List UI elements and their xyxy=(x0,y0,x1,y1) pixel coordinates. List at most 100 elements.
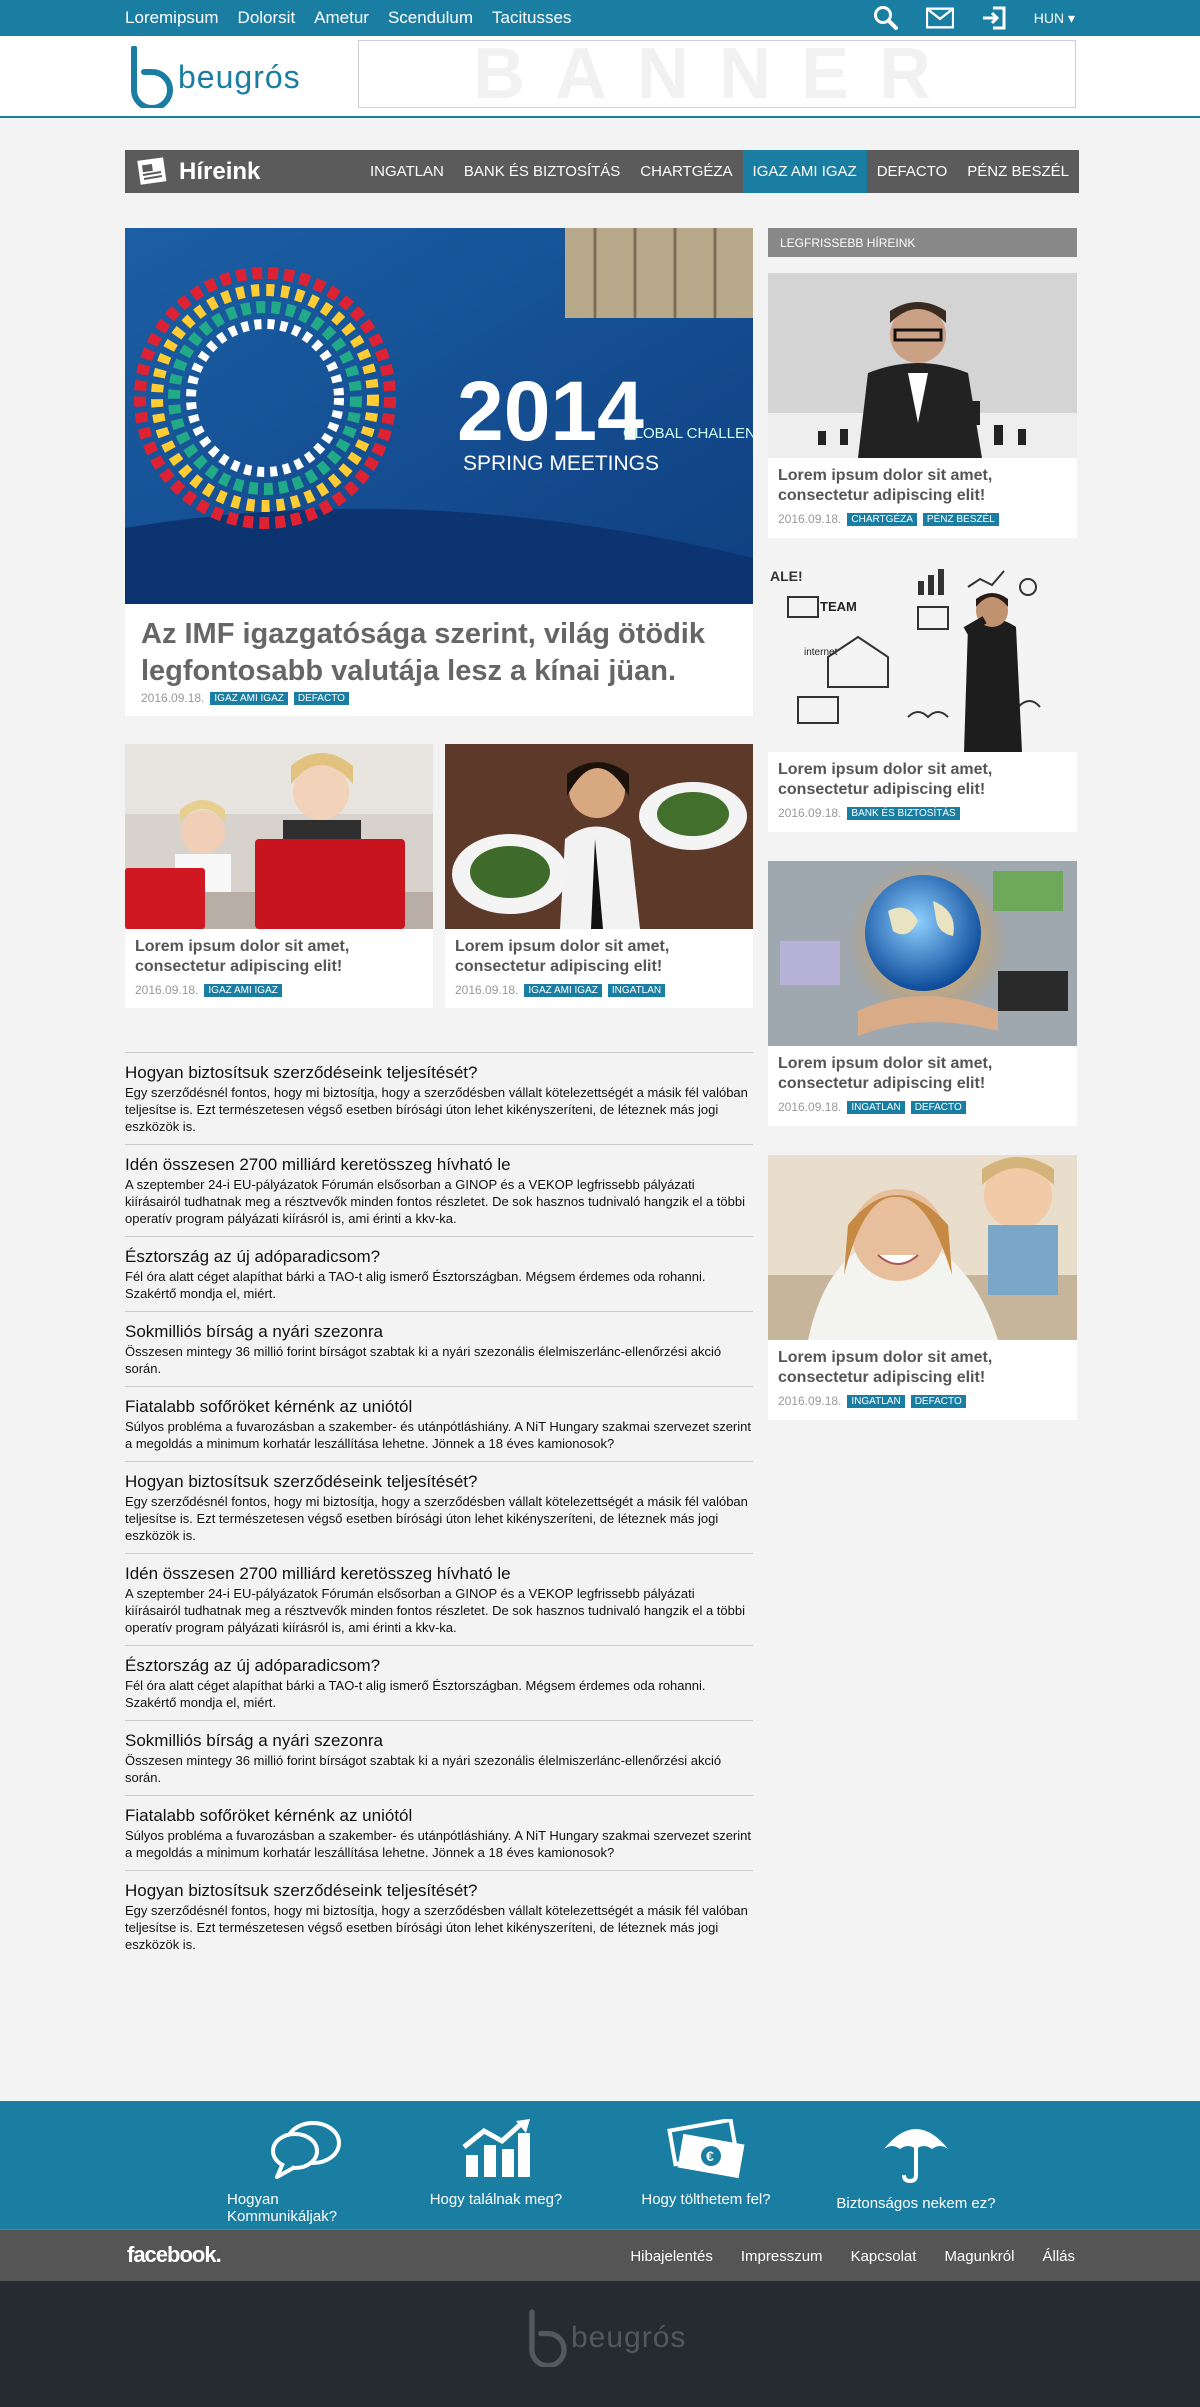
sidebar-article-title[interactable]: Lorem ipsum dolor sit amet, consectetur … xyxy=(778,1348,1068,1388)
article-tag[interactable]: DEFACTO xyxy=(293,691,349,705)
top-nav-link[interactable]: Scendulum xyxy=(388,8,473,28)
tab-defacto[interactable]: DEFACTO xyxy=(867,150,958,193)
site-logo[interactable]: beugrós xyxy=(124,46,301,108)
news-title[interactable]: Fiatalabb sofőröket kérnénk az uniótól xyxy=(125,1397,753,1417)
search-icon[interactable] xyxy=(872,4,900,32)
sidebar-article-title[interactable]: Lorem ipsum dolor sit amet, consectetur … xyxy=(778,1054,1068,1094)
article-tag[interactable]: BANK ÉS BIZTOSÍTÁS xyxy=(847,806,960,820)
article-tag[interactable]: DEFACTO xyxy=(910,1394,966,1408)
tab-ingatlan[interactable]: INGATLAN xyxy=(360,150,454,193)
news-item[interactable]: Hogyan biztosítsuk szerződéseink teljesí… xyxy=(125,1461,753,1553)
logo-b-icon xyxy=(131,46,173,108)
news-item[interactable]: Észtország az új adóparadicsom? Fél óra a… xyxy=(125,1645,753,1720)
news-item[interactable]: Idén összesen 2700 milliárd keretösszeg … xyxy=(125,1553,753,1645)
mail-icon[interactable] xyxy=(925,4,954,32)
footer-links-bar: facebook. Hibajelentés Impresszum Kapcso… xyxy=(0,2229,1200,2281)
article-tag[interactable]: INGATLAN xyxy=(607,983,666,997)
sidebar-card[interactable]: TEAM internet ALE! Lorem ipsum dolor sit… xyxy=(768,567,1077,832)
top-nav-link[interactable]: Dolorsit xyxy=(238,8,296,28)
tab-bank-es-biztositas[interactable]: BANK ÉS BIZTOSÍTÁS xyxy=(454,150,630,193)
hero-image-global: GLOBAL CHALLENGES xyxy=(623,425,753,442)
news-item[interactable]: Hogyan biztosítsuk szerződéseink teljesí… xyxy=(125,1870,753,1962)
news-item[interactable]: Sokmilliós bírság a nyári szezonra Összes… xyxy=(125,1311,753,1386)
news-excerpt: Egy szerződésnél fontos, hogy mi biztosí… xyxy=(125,1085,748,1134)
footer-link[interactable]: Magunkról xyxy=(944,2248,1014,2265)
top-nav-link[interactable]: Ametur xyxy=(314,8,369,28)
ad-banner[interactable]: BANNER xyxy=(358,34,1076,114)
feature-label: Hogy találnak meg? xyxy=(429,2191,563,2208)
top-nav-link[interactable]: Tacitusses xyxy=(492,8,571,28)
news-item[interactable]: Észtország az új adóparadicsom? Fél óra a… xyxy=(125,1236,753,1311)
news-title[interactable]: Hogyan biztosítsuk szerződéseink teljesí… xyxy=(125,1881,753,1901)
footer-logo-text: beugrós xyxy=(571,2321,687,2354)
tab-penz-beszel[interactable]: PÉNZ BESZÉL xyxy=(957,150,1079,193)
article-tag[interactable]: IGAZ AMI IGAZ xyxy=(210,691,288,705)
news-title[interactable]: Hogyan biztosítsuk szerződéseink teljesí… xyxy=(125,1063,753,1083)
sidebar-image xyxy=(768,861,1077,1046)
feature-label: Hogyan Kommunikáljak? xyxy=(227,2191,338,2225)
newspaper-icon xyxy=(137,156,167,185)
sidebar-card[interactable]: Lorem ipsum dolor sit amet, consectetur … xyxy=(768,861,1077,1126)
news-item[interactable]: Fiatalabb sofőröket kérnénk az uniótól Sú… xyxy=(125,1386,753,1461)
login-icon[interactable] xyxy=(980,4,1008,32)
top-nav: Loremipsum Dolorsit Ametur Scendulum Tac… xyxy=(125,0,571,36)
article-tag[interactable]: INGATLAN xyxy=(847,1394,905,1408)
news-title[interactable]: Idén összesen 2700 milliárd keretösszeg … xyxy=(125,1564,753,1584)
article-title[interactable]: Lorem ipsum dolor sit amet, consectetur … xyxy=(455,937,735,977)
news-title[interactable]: Sokmilliós bírság a nyári szezonra xyxy=(125,1322,753,1342)
article-card[interactable]: Lorem ipsum dolor sit amet, consectetur … xyxy=(125,744,433,1008)
news-title[interactable]: Idén összesen 2700 milliárd keretösszeg … xyxy=(125,1155,753,1175)
hero-title[interactable]: Az IMF igazgatósága szerint, világ ötödi… xyxy=(141,616,731,690)
article-card[interactable]: Lorem ipsum dolor sit amet, consectetur … xyxy=(445,744,753,1008)
hero-article[interactable]: 2014 SPRING MEETINGS GLOBAL CHALLENGES A… xyxy=(125,228,753,716)
article-title[interactable]: Lorem ipsum dolor sit amet, consectetur … xyxy=(135,937,415,977)
news-item[interactable]: Hogyan biztosítsuk szerződéseink teljesí… xyxy=(125,1052,753,1144)
news-item[interactable]: Sokmilliós bírság a nyári szezonra Összes… xyxy=(125,1720,753,1795)
section-title: Híreink xyxy=(135,156,261,187)
sidebar-article-title[interactable]: Lorem ipsum dolor sit amet, consectetur … xyxy=(778,760,1068,800)
top-nav-link[interactable]: Loremipsum xyxy=(125,8,219,28)
article-tag[interactable]: PÉNZ BESZÉL xyxy=(922,512,999,526)
article-tag[interactable]: DEFACTO xyxy=(910,1100,966,1114)
article-tag[interactable]: IGAZ AMI IGAZ xyxy=(524,983,602,997)
news-title[interactable]: Észtország az új adóparadicsom? xyxy=(125,1247,753,1267)
article-tag[interactable]: IGAZ AMI IGAZ xyxy=(204,983,282,997)
sidebar-article-title[interactable]: Lorem ipsum dolor sit amet, consectetur … xyxy=(778,466,1068,506)
footer-link[interactable]: Impresszum xyxy=(741,2248,823,2265)
language-selector[interactable]: HUN ▾ xyxy=(1034,10,1075,27)
news-title[interactable]: Hogyan biztosítsuk szerződéseink teljesí… xyxy=(125,1472,753,1492)
news-title[interactable]: Észtország az új adóparadicsom? xyxy=(125,1656,753,1676)
news-item[interactable]: Fiatalabb sofőröket kérnénk az uniótól Sú… xyxy=(125,1795,753,1870)
sidebar-heading: LEGFRISSEBB HÍREINK xyxy=(768,228,1077,257)
news-item[interactable]: Idén összesen 2700 milliárd keretösszeg … xyxy=(125,1144,753,1236)
facebook-link[interactable]: facebook. xyxy=(127,2242,222,2268)
hero-meta: 2016.09.18. IGAZ AMI IGAZ DEFACTO xyxy=(141,691,349,705)
news-list: Hogyan biztosítsuk szerződéseink teljesí… xyxy=(125,1052,753,1962)
hero-image-year: 2014 xyxy=(457,364,644,458)
sidebar-image: TEAM internet ALE! xyxy=(768,567,1077,752)
sidebar-card[interactable]: Lorem ipsum dolor sit amet, consectetur … xyxy=(768,273,1077,538)
article-meta: 2016.09.18. IGAZ AMI IGAZ xyxy=(135,983,282,997)
sidebar-image xyxy=(768,273,1077,458)
growth-chart-icon xyxy=(462,2119,530,2177)
feature-communicate[interactable]: Hogyan Kommunikáljak? xyxy=(227,2119,387,2225)
footer-logo[interactable]: beugrós xyxy=(523,2309,686,2367)
feature-findability[interactable]: Hogy találnak meg? xyxy=(416,2119,576,2208)
tab-igaz-ami-igaz[interactable]: IGAZ AMI IGAZ xyxy=(742,150,867,193)
feature-topup[interactable]: € Hogy tölthetem fel? xyxy=(626,2119,786,2208)
news-title[interactable]: Sokmilliós bírság a nyári szezonra xyxy=(125,1731,753,1751)
footer-link[interactable]: Állás xyxy=(1042,2248,1075,2265)
footer-link[interactable]: Hibajelentés xyxy=(630,2248,713,2265)
footer-features: Hogyan Kommunikáljak? Hogy találnak meg?… xyxy=(0,2101,1200,2229)
news-excerpt: Súlyos probléma a fuvarozásban a szakemb… xyxy=(125,1419,751,1451)
sidebar-article-meta: 2016.09.18. INGATLAN DEFACTO xyxy=(778,1100,966,1114)
section-title-label: Híreink xyxy=(179,157,261,185)
news-title[interactable]: Fiatalabb sofőröket kérnénk az uniótól xyxy=(125,1806,753,1826)
footer-link[interactable]: Kapcsolat xyxy=(851,2248,917,2265)
site-header: beugrós BANNER xyxy=(0,34,1200,118)
article-tag[interactable]: CHARTGÉZA xyxy=(847,512,917,526)
sidebar-card[interactable]: Lorem ipsum dolor sit amet, consectetur … xyxy=(768,1155,1077,1420)
tab-chartgeza[interactable]: CHARTGÉZA xyxy=(630,150,742,193)
article-tag[interactable]: INGATLAN xyxy=(847,1100,905,1114)
feature-security[interactable]: Biztonságos nekem ez? xyxy=(836,2119,996,2212)
